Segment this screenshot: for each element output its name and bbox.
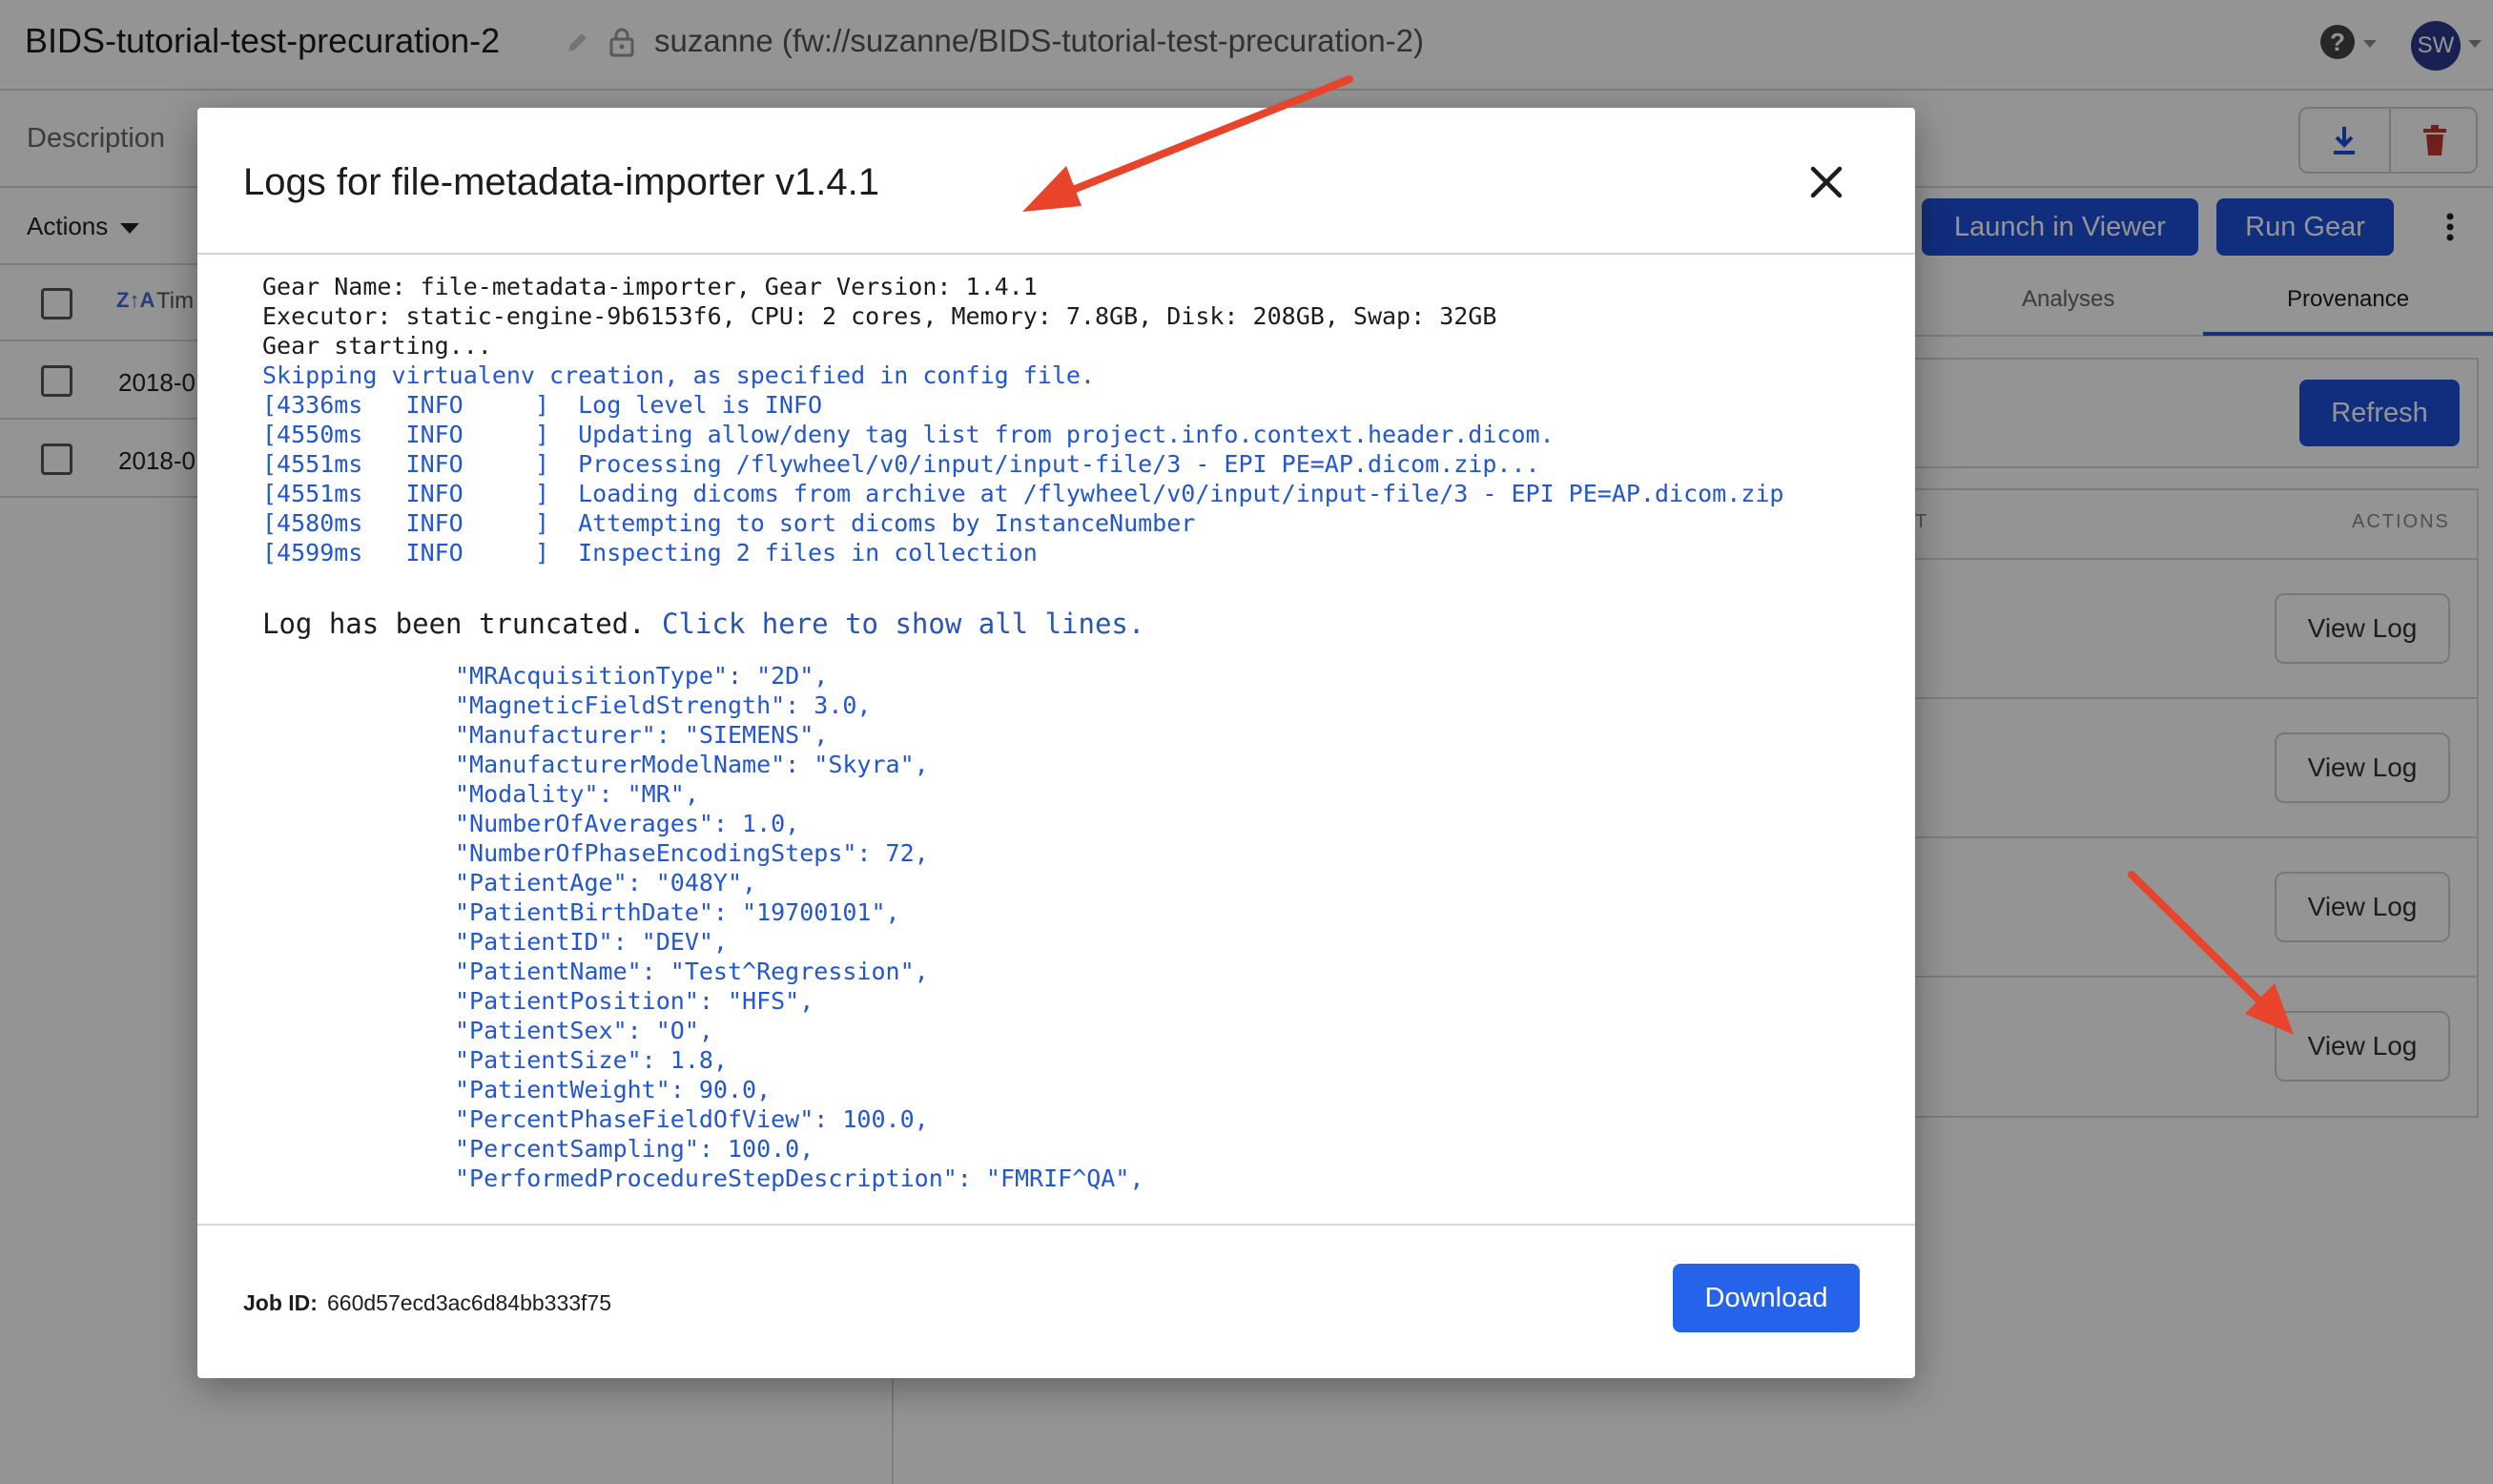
logs-modal: Logs for file-metadata-importer v1.4.1 G…: [197, 108, 1915, 1378]
log-line: Skipping virtualenv creation, as specifi…: [262, 361, 1095, 389]
log-line: [4550ms INFO ] Updating allow/deny tag l…: [262, 421, 1555, 448]
job-id-value: 660d57ecd3ac6d84bb333f75: [327, 1290, 612, 1315]
json-log-line: "PatientBirthDate": "19700101",: [455, 898, 900, 926]
modal-header: Logs for file-metadata-importer v1.4.1: [197, 108, 1915, 255]
json-log-line: "PerformedProcedureStepDescription": "FM…: [455, 1165, 1144, 1192]
json-log-line: "PercentSampling": 100.0,: [455, 1135, 814, 1163]
log-viewer[interactable]: Gear Name: file-metadata-importer, Gear …: [197, 257, 1915, 1224]
json-log-line: "NumberOfPhaseEncodingSteps": 72,: [455, 839, 929, 867]
json-log-line: "PatientWeight": 90.0,: [455, 1076, 772, 1103]
log-line: [4580ms INFO ] Attempting to sort dicoms…: [262, 509, 1196, 537]
show-all-lines-link[interactable]: Click here to show all lines.: [662, 608, 1144, 640]
close-icon[interactable]: [1809, 165, 1844, 199]
json-log-line: "Modality": "MR",: [455, 780, 699, 808]
json-log-line: "PatientSize": 1.8,: [455, 1046, 728, 1074]
log-line: Gear Name: file-metadata-importer, Gear …: [262, 273, 1038, 300]
json-log-line: "PatientID": "DEV",: [455, 928, 728, 956]
log-line: Executor: static-engine-9b6153f6, CPU: 2…: [262, 302, 1497, 330]
json-log-line: "PercentPhaseFieldOfView": 100.0,: [455, 1105, 929, 1133]
log-line: [4551ms INFO ] Processing /flywheel/v0/i…: [262, 450, 1540, 478]
json-log-line: "MRAcquisitionType": "2D",: [455, 662, 829, 690]
json-log-line: "PatientName": "Test^Regression",: [455, 958, 929, 985]
json-log-line: "MagneticFieldStrength": 3.0,: [455, 691, 872, 719]
log-line: [4599ms INFO ] Inspecting 2 files in col…: [262, 539, 1038, 567]
log-line: [4551ms INFO ] Loading dicoms from archi…: [262, 480, 1784, 507]
log-line: [4336ms INFO ] Log level is INFO: [262, 391, 822, 419]
truncated-text: Log has been truncated.: [262, 608, 663, 640]
download-button[interactable]: Download: [1673, 1264, 1860, 1332]
truncated-notice: Log has been truncated. Click here to sh…: [262, 608, 1144, 640]
json-log-line: "Manufacturer": "SIEMENS",: [455, 721, 829, 749]
job-id-label: Job ID:: [243, 1290, 318, 1315]
modal-footer: Job ID: 660d57ecd3ac6d84bb333f75 Downloa…: [197, 1224, 1915, 1378]
log-line: Gear starting...: [262, 332, 492, 360]
json-log-line: "PatientAge": "048Y",: [455, 869, 757, 897]
json-log-line: "PatientPosition": "HFS",: [455, 987, 814, 1015]
json-log-line: "PatientSex": "O",: [455, 1017, 713, 1044]
modal-title: Logs for file-metadata-importer v1.4.1: [243, 161, 879, 203]
json-log-line: "NumberOfAverages": 1.0,: [455, 810, 800, 837]
json-log-line: "ManufacturerModelName": "Skyra",: [455, 751, 929, 778]
